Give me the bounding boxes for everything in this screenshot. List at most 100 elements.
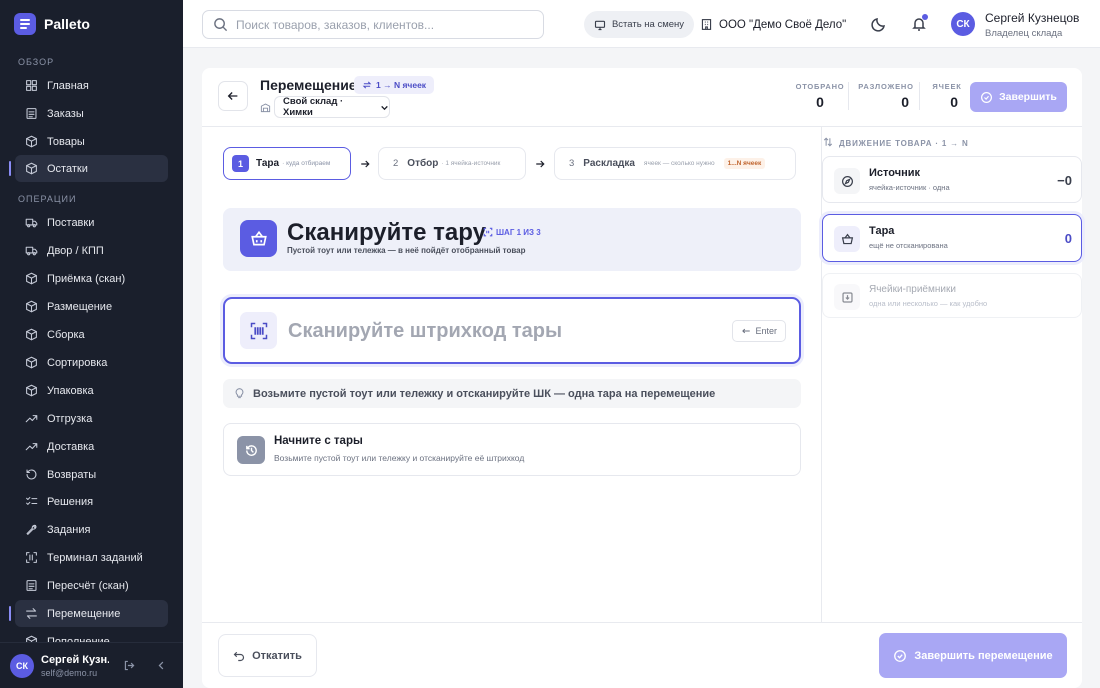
arrow-right-icon [359, 158, 371, 170]
sidebar-item-14[interactable]: Возвраты [15, 461, 168, 488]
sidebar-item-8[interactable]: Размещение [15, 293, 168, 320]
start-card: Начните с тары Возьмите пустой тоут или … [223, 423, 801, 476]
stat-value: 0 [901, 94, 909, 110]
movement-targets-card[interactable]: Ячейки-приёмники одна или несколько — ка… [822, 273, 1082, 318]
history-icon [237, 436, 265, 464]
sidebar-item-label: Приёмка (скан) [47, 272, 126, 285]
sidebar-item-15[interactable]: Решения [15, 488, 168, 515]
step-hint: ячеек — сколько нужно [643, 160, 715, 167]
bell-icon[interactable] [911, 14, 928, 32]
stat-label: ОТОБРАНО [795, 82, 845, 91]
sidebar-item-4[interactable]: Остатки [9, 155, 168, 182]
sidebar-item-label: Возвраты [47, 468, 97, 481]
chevron-down-icon [380, 103, 389, 112]
tote-title: Тара [869, 225, 895, 237]
sidebar-item-6[interactable]: Двор / КПП [15, 237, 168, 264]
sidebar-item-18[interactable]: Пересчёт (скан) [15, 572, 168, 599]
rollback-label: Откатить [252, 649, 302, 662]
brand[interactable]: Palleto [14, 13, 90, 35]
barcode-input[interactable]: Сканируйте штрихкод тары Enter [223, 297, 801, 364]
sidebar-user-name: Сергей Кузн... [41, 653, 109, 666]
sidebar-item-7[interactable]: Приёмка (скан) [15, 265, 168, 292]
step-progress-label: ШАГ 1 ИЗ 3 [496, 227, 541, 237]
start-shift-button[interactable]: Встать на смену [584, 11, 694, 38]
sidebar-item-13[interactable]: Доставка [15, 433, 168, 460]
wrench-icon [25, 523, 38, 536]
step-2[interactable]: 2 Отбор · 1 ячейка-источник [378, 147, 526, 180]
undo-icon [233, 650, 245, 662]
scan-banner: Сканируйте тару ШАГ 1 ИЗ 3 Пустой тоут и… [223, 208, 801, 271]
sidebar-item-9[interactable]: Сборка [15, 321, 168, 348]
step-title: Тара [256, 158, 280, 169]
user-avatar[interactable]: СК [951, 12, 975, 36]
sidebar-item-label: Размещение [47, 300, 113, 313]
sidebar-item-2[interactable]: Заказы [15, 100, 168, 127]
sidebar-item-5[interactable]: Поставки [15, 209, 168, 236]
enter-button-label: Enter [755, 326, 777, 336]
inbox-icon [834, 284, 860, 310]
finish-button-label: Завершить [999, 91, 1057, 103]
warehouse-select[interactable]: Свой склад · Химки [274, 96, 390, 118]
sidebar-item-label: Решения [47, 495, 94, 508]
movement-source-card[interactable]: Источник ячейка-источник · одна −0 [822, 156, 1082, 203]
notification-dot [922, 14, 928, 20]
sidebar-item-17[interactable]: Терминал заданий [15, 544, 168, 571]
tote-value: 0 [1064, 231, 1072, 246]
header-divider [202, 126, 1082, 127]
search-icon [213, 17, 228, 32]
collapse-sidebar-icon[interactable] [156, 660, 167, 671]
back-button[interactable] [218, 81, 248, 111]
stat-label: ЯЧЕЕК [932, 82, 962, 91]
avatar[interactable]: СК [10, 653, 34, 678]
search-input[interactable]: Поиск товаров, заказов, клиентов... [202, 10, 544, 39]
step-number: 3 [569, 158, 575, 169]
mode-badge: 1 → N ячеек [354, 76, 435, 94]
sidebar-item-12[interactable]: Отгрузка [15, 405, 168, 432]
check-circle-icon [893, 649, 907, 663]
sidebar-item-label: Задания [47, 523, 91, 536]
movement-heading: ДВИЖЕНИЕ ТОВАРА · 1 → N [839, 139, 969, 148]
sidebar-item-label: Заказы [47, 107, 84, 120]
box-icon [25, 300, 38, 313]
sidebar-item-label: Отгрузка [47, 412, 93, 425]
source-sub: ячейка-источник · одна [869, 183, 950, 192]
step-number: 1 [232, 155, 249, 172]
sidebar-item-label: Главная [47, 79, 89, 92]
list-icon [25, 107, 38, 120]
basket-icon [834, 226, 860, 252]
sidebar-item-label: Пересчёт (скан) [47, 579, 129, 592]
sidebar-item-10[interactable]: Сортировка [15, 349, 168, 376]
movement-icon [823, 137, 833, 147]
lightbulb-icon [234, 388, 245, 399]
sidebar-item-3[interactable]: Товары [15, 128, 168, 155]
sidebar-item-16[interactable]: Задания [15, 516, 168, 543]
org-selector[interactable]: ООО "Демо Своё Дело" [700, 11, 846, 38]
page-title: Перемещение [260, 77, 357, 93]
basket-icon [240, 220, 277, 257]
logout-icon[interactable] [123, 659, 136, 672]
sidebar-item-11[interactable]: Упаковка [15, 377, 168, 404]
step-3[interactable]: 3 Раскладка ячеек — сколько нужно 1...N … [554, 147, 796, 180]
source-value: −0 [1057, 173, 1072, 188]
step-title: Раскладка [583, 158, 635, 169]
search-placeholder: Поиск товаров, заказов, клиентов... [236, 17, 435, 32]
box-icon [25, 135, 38, 148]
finish-button[interactable]: Завершить [970, 82, 1067, 112]
movement-tote-card[interactable]: Тара ещё не отсканирована 0 [822, 214, 1082, 262]
sidebar-item-label: Упаковка [47, 384, 94, 397]
sidebar-item-19[interactable]: Перемещение [9, 600, 168, 627]
building-icon [700, 18, 713, 31]
targets-sub: одна или несколько — как удобно [869, 299, 988, 308]
stat-cells: ЯЧЕЕК 0 [924, 82, 970, 110]
user-menu[interactable]: Сергей Кузнецов Владелец склада [985, 11, 1079, 39]
moon-icon[interactable] [871, 16, 887, 32]
finish-move-button[interactable]: Завершить перемещение [879, 633, 1067, 678]
enter-button[interactable]: Enter [732, 320, 786, 342]
scan-title: Сканируйте тару [287, 219, 486, 246]
step-1[interactable]: 1 Тара · куда отбираем [223, 147, 351, 180]
sidebar: Palleto ОБЗОР ОПЕРАЦИИ Главная Заказы Това… [0, 0, 183, 688]
logo-icon [14, 13, 36, 35]
rollback-button[interactable]: Откатить [218, 634, 317, 677]
section-operations-label: ОПЕРАЦИИ [18, 194, 77, 204]
sidebar-item-1[interactable]: Главная [15, 72, 168, 99]
